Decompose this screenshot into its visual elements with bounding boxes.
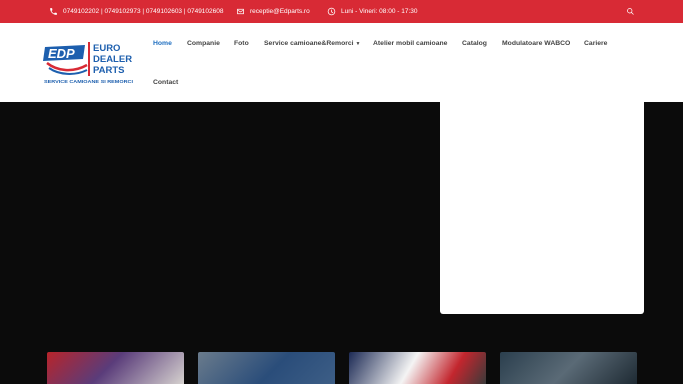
top-bar: 0749102202 | 0749102973 | 0749102603 | 0… [0,0,683,23]
mail-icon [237,8,244,15]
nav-foto[interactable]: Foto [234,40,249,47]
phone-icon [50,8,57,15]
logo-line-3: PARTS [93,65,125,76]
logo-emblem: EDP EURO DEALER PARTS SERVICE CAMIOANE S… [43,42,133,84]
nav-service-label: Service camioane&Remorci [264,40,354,47]
phone-numbers[interactable]: 0749102202 | 0749102973 | 0749102603 | 0… [63,8,224,15]
gallery-image-4[interactable] [500,352,637,384]
gallery-image-3[interactable] [349,352,486,384]
logo-letters: EDP [48,46,75,61]
hours-info: Luni - Vineri: 08:00 - 17:30 [327,0,418,23]
nav-service-menu[interactable]: Service camioane&Remorci ▼ [264,40,361,47]
site-header: EDP EURO DEALER PARTS SERVICE CAMIOANE S… [0,23,683,102]
site-logo[interactable]: EDP EURO DEALER PARTS SERVICE CAMIOANE S… [43,41,135,85]
nav-cariere[interactable]: Cariere [584,40,607,47]
nav-contact[interactable]: Contact [153,79,178,86]
nav-companie[interactable]: Companie [187,40,220,47]
opening-hours: Luni - Vineri: 08:00 - 17:30 [341,8,418,15]
hero-white-card [440,102,644,314]
chevron-down-icon: ▼ [355,41,361,47]
logo-line-1: EURO [93,43,120,54]
email-info: receptie@Edparts.ro [236,0,310,23]
logo-line-2: DEALER [93,54,132,65]
nav-modulatoare-wabco[interactable]: Modulatoare WABCO [502,40,570,47]
nav-home[interactable]: Home [153,40,172,47]
gallery-image-2[interactable] [198,352,335,384]
search-button[interactable] [626,0,640,23]
nav-atelier-mobil[interactable]: Atelier mobil camioane [373,40,447,47]
email-address[interactable]: receptie@Edparts.ro [250,8,310,15]
gallery-image-1[interactable] [47,352,184,384]
logo-tagline: SERVICE CAMIOANE SI REMORCI [44,79,133,84]
clock-icon [327,7,336,16]
nav-catalog[interactable]: Catalog [462,40,487,47]
phone-info: 0749102202 | 0749102973 | 0749102603 | 0… [49,0,224,23]
search-icon [627,8,634,15]
